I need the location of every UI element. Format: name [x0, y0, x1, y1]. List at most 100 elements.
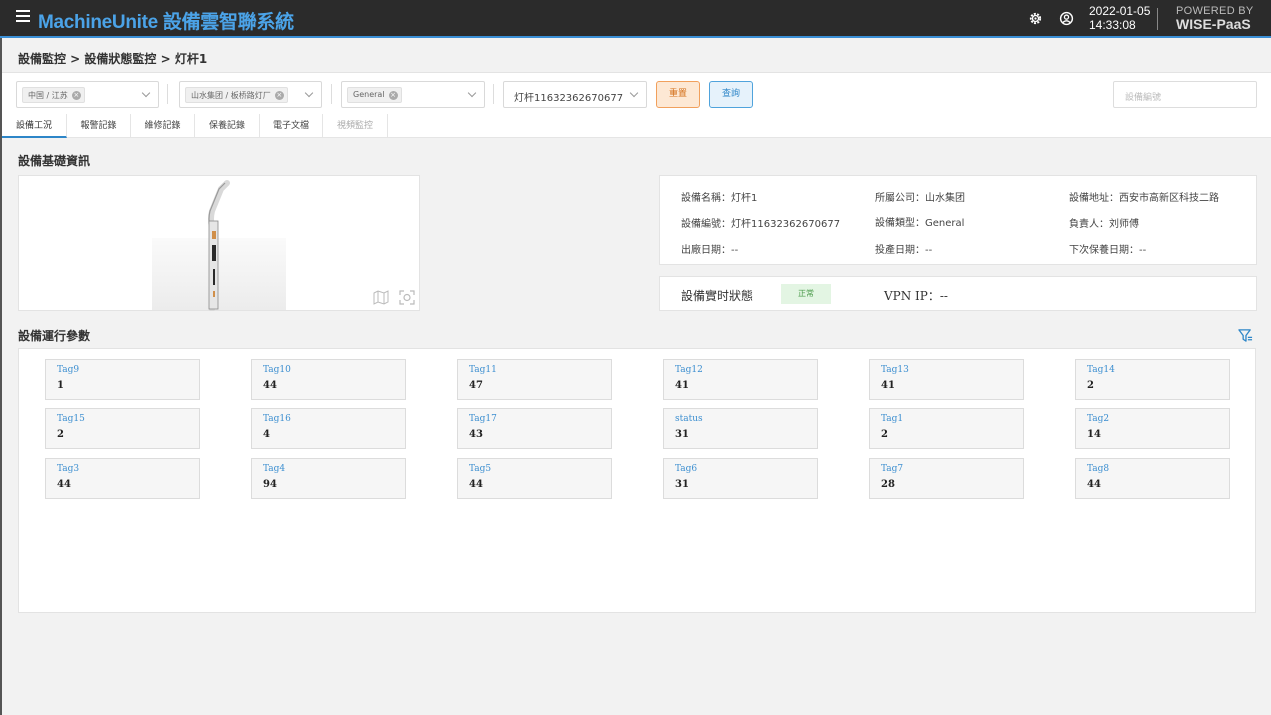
- device-select-value: 灯杆11632362670677: [514, 93, 624, 104]
- divider: [493, 84, 494, 104]
- vpn-ip: VPN IP：--: [884, 289, 948, 303]
- tag-value: 44: [57, 479, 71, 490]
- hamburger-menu-icon[interactable]: [16, 10, 30, 24]
- tag-card[interactable]: Tag12 41: [663, 359, 818, 400]
- query-button[interactable]: 查詢: [709, 81, 753, 108]
- realtime-status-label: 設備實时狀態: [681, 289, 754, 303]
- settings-gear-icon[interactable]: [1028, 11, 1043, 26]
- type-chip-text: General: [353, 90, 385, 99]
- company-chip-text: 山水集团 / 板桥路灯厂: [191, 91, 271, 100]
- device-image-panel: [18, 175, 420, 311]
- chip-remove-icon[interactable]: ×: [274, 91, 284, 100]
- chip-remove-icon[interactable]: ×: [388, 91, 398, 100]
- company-chip: 山水集团 / 板桥路灯厂 ×: [185, 87, 288, 103]
- tab-device-status[interactable]: 設備工況: [2, 114, 67, 138]
- wise-paas-text: WISE-PaaS: [1176, 16, 1251, 32]
- device-info-panel: 設備名稱：灯杆1 所屬公司：山水集团 設備地址：西安市高新区科技二路 設備編號：…: [659, 175, 1257, 265]
- tag-card[interactable]: Tag16 4: [251, 408, 406, 449]
- tag-value: 41: [881, 380, 895, 391]
- tag-value: 31: [675, 429, 689, 440]
- tag-card[interactable]: status 31: [663, 408, 818, 449]
- tag-value: 44: [263, 380, 277, 391]
- chevron-down-icon: [304, 88, 314, 98]
- tag-value: 43: [469, 429, 483, 440]
- tag-name: Tag1: [881, 414, 904, 424]
- tag-card[interactable]: Tag6 31: [663, 458, 818, 499]
- tag-card[interactable]: Tag14 2: [1075, 359, 1230, 400]
- time-text: 14:33:08: [1089, 18, 1136, 32]
- tag-value: 2: [57, 429, 64, 440]
- tab-documents[interactable]: 電子文檔: [260, 114, 323, 138]
- device-name: 設備名稱：灯杆1: [681, 193, 758, 204]
- chip-remove-icon[interactable]: ×: [71, 91, 81, 100]
- divider: [331, 84, 332, 104]
- tag-name: Tag9: [57, 365, 80, 375]
- device-code: 設備編號：灯杆11632362670677: [681, 219, 841, 230]
- tag-name: Tag7: [881, 464, 904, 474]
- tag-card[interactable]: Tag17 43: [457, 408, 612, 449]
- scan-focus-icon[interactable]: [399, 290, 415, 305]
- tag-card[interactable]: Tag2 14: [1075, 408, 1230, 449]
- tag-name: Tag10: [263, 365, 291, 375]
- tag-value: 31: [675, 479, 689, 490]
- tag-card[interactable]: Tag8 44: [1075, 458, 1230, 499]
- tag-value: 47: [469, 380, 483, 391]
- breadcrumb: 設備監控 > 設備狀態監控 > 灯杆1: [18, 52, 208, 66]
- tag-card[interactable]: Tag9 1: [45, 359, 200, 400]
- lamp-pole-image: [208, 180, 230, 311]
- tag-name: Tag16: [263, 414, 291, 424]
- device-select[interactable]: 灯杆11632362670677: [503, 81, 647, 108]
- tag-card[interactable]: Tag5 44: [457, 458, 612, 499]
- tag-name: Tag12: [675, 365, 703, 375]
- device-company: 所屬公司：山水集团: [875, 193, 965, 204]
- powered-by-logo: POWERED BY WISE-PaaS: [1176, 6, 1254, 32]
- tag-value: 4: [263, 429, 270, 440]
- realtime-status-panel: 設備實时狀態 正常 VPN IP：--: [659, 276, 1257, 311]
- device-type: 設備類型：General: [875, 218, 965, 229]
- params-panel: Tag9 1 Tag10 44 Tag11 47 Tag12 41 Tag13 41 Ta…: [18, 348, 1256, 613]
- company-select[interactable]: 山水集团 / 板桥路灯厂 ×: [179, 81, 322, 108]
- date-text: 2022-01-05: [1089, 4, 1151, 18]
- tag-value: 1: [57, 380, 64, 391]
- tag-card[interactable]: Tag7 28: [869, 458, 1024, 499]
- tag-card[interactable]: Tag10 44: [251, 359, 406, 400]
- tag-name: Tag6: [675, 464, 698, 474]
- tag-card[interactable]: Tag4 94: [251, 458, 406, 499]
- user-account-icon[interactable]: [1059, 11, 1074, 26]
- tab-alarm-records[interactable]: 報警記錄: [67, 114, 131, 138]
- tag-name: status: [675, 414, 703, 424]
- app-brand: MachineUnite 設備雲智聯系統: [38, 12, 294, 33]
- tab-bar: 設備工況 報警記錄 維修記錄 保養記錄 電子文檔 視頻監控: [2, 114, 1271, 138]
- type-chip: General ×: [347, 87, 402, 103]
- device-address: 設備地址：西安市高新区科技二路: [1069, 193, 1219, 204]
- search-placeholder: 設備編號: [1125, 93, 1162, 103]
- tag-card[interactable]: Tag11 47: [457, 359, 612, 400]
- tab-repair-records[interactable]: 維修記錄: [131, 114, 195, 138]
- tag-value: 41: [675, 380, 689, 391]
- tab-maintenance-records[interactable]: 保養記錄: [195, 114, 260, 138]
- chevron-down-icon: [141, 88, 151, 98]
- region-select[interactable]: 中国 / 江苏 ×: [16, 81, 159, 108]
- tag-name: Tag14: [1087, 365, 1115, 375]
- tag-name: Tag8: [1087, 464, 1110, 474]
- device-owner: 負責人：刘师傅: [1069, 219, 1139, 230]
- tag-value: 2: [1087, 380, 1094, 391]
- tag-value: 14: [1087, 429, 1101, 440]
- filter-icon[interactable]: [1238, 328, 1253, 343]
- map-location-icon[interactable]: [373, 290, 389, 305]
- device-code-search-input[interactable]: 設備編號: [1113, 81, 1257, 108]
- tag-name: Tag4: [263, 464, 286, 474]
- tag-card[interactable]: Tag15 2: [45, 408, 200, 449]
- tag-name: Tag2: [1087, 414, 1110, 424]
- basic-info-title: 設備基礎資訊: [18, 154, 91, 168]
- tag-card[interactable]: Tag13 41: [869, 359, 1024, 400]
- tag-card[interactable]: Tag3 44: [45, 458, 200, 499]
- status-badge: 正常: [781, 284, 831, 304]
- reset-button[interactable]: 重置: [656, 81, 700, 108]
- tag-card[interactable]: Tag1 2: [869, 408, 1024, 449]
- type-select[interactable]: General ×: [341, 81, 485, 108]
- region-chip: 中国 / 江苏 ×: [22, 87, 85, 103]
- header-divider: [1157, 8, 1158, 30]
- tab-video-monitoring[interactable]: 視頻監控: [323, 114, 388, 138]
- tag-value: 44: [469, 479, 483, 490]
